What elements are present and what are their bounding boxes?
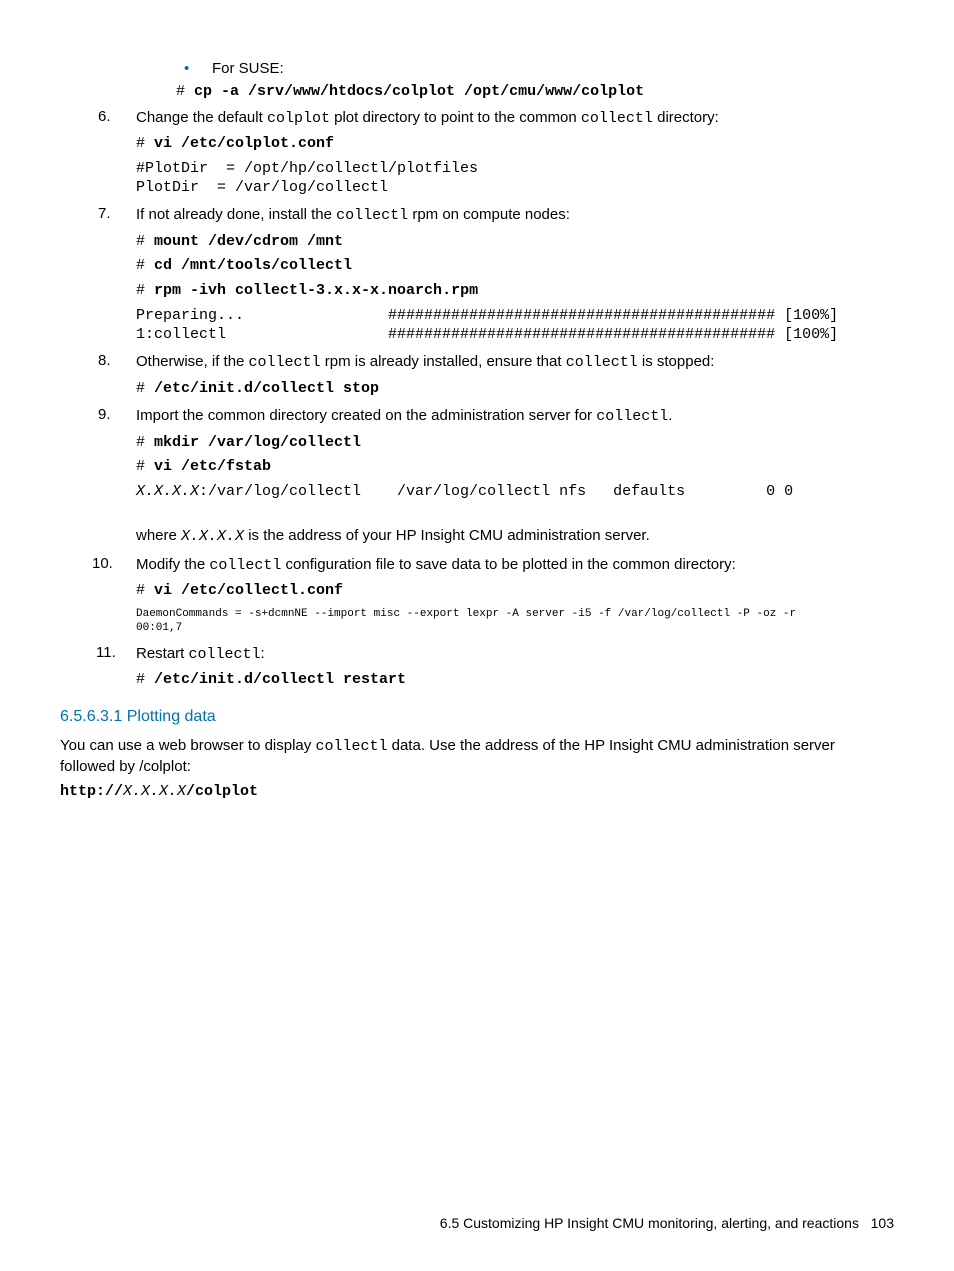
- step-10-cmd: # vi /etc/collectl.conf: [136, 582, 894, 601]
- step-6: 6. Change the default colplot plot direc…: [60, 108, 894, 198]
- step-8-cmd: # /etc/init.d/collectl stop: [136, 380, 894, 399]
- step-7-cmd3: # rpm -ivh collectl-3.x.x-x.noarch.rpm: [136, 282, 894, 301]
- step-9-cmd2: # vi /etc/fstab: [136, 458, 894, 477]
- step-7-num: 7.: [98, 205, 111, 222]
- step-6-cmd: # vi /etc/colplot.conf: [136, 135, 894, 154]
- step-7-cmd1: # mount /dev/cdrom /mnt: [136, 233, 894, 252]
- suse-label: For SUSE:: [212, 60, 284, 77]
- step-9-cmd1: # mkdir /var/log/collectl: [136, 434, 894, 453]
- step-7-out: Preparing... ###########################…: [136, 307, 894, 345]
- suse-cmd: # cp -a /srv/www/htdocs/colplot /opt/cmu…: [136, 83, 894, 102]
- step-suse: For SUSE: # cp -a /srv/www/htdocs/colplo…: [60, 60, 894, 102]
- step-7: 7. If not already done, install the coll…: [60, 205, 894, 344]
- step-9-text: Import the common directory created on t…: [136, 406, 894, 427]
- suse-bullet: For SUSE:: [136, 60, 894, 77]
- section-para: You can use a web browser to display col…: [60, 736, 894, 778]
- step-11-cmd: # /etc/init.d/collectl restart: [136, 671, 894, 690]
- section-url: http://X.X.X.X/colplot: [60, 783, 894, 802]
- step-9: 9. Import the common directory created o…: [60, 406, 894, 547]
- step-11-text: Restart collectl:: [136, 644, 894, 665]
- step-8-text: Otherwise, if the collectl rpm is alread…: [136, 352, 894, 373]
- section-heading: 6.5.6.3.1 Plotting data: [60, 708, 894, 726]
- step-9-num: 9.: [98, 406, 111, 423]
- step-11: 11. Restart collectl: # /etc/init.d/coll…: [60, 644, 894, 690]
- step-7-text: If not already done, install the collect…: [136, 205, 894, 226]
- step-10-text: Modify the collectl configuration file t…: [136, 555, 894, 576]
- step-6-num: 6.: [98, 108, 111, 125]
- instruction-list: For SUSE: # cp -a /srv/www/htdocs/colplo…: [60, 60, 894, 690]
- step-7-cmd2: # cd /mnt/tools/collectl: [136, 257, 894, 276]
- step-10-num: 10.: [92, 555, 113, 572]
- step-9-where: where X.X.X.X is the address of your HP …: [136, 526, 894, 547]
- step-9-out: X.X.X.X:/var/log/collectl /var/log/colle…: [136, 483, 894, 502]
- footer-text: 6.5 Customizing HP Insight CMU monitorin…: [440, 1215, 859, 1231]
- step-6-text: Change the default colplot plot director…: [136, 108, 894, 129]
- step-10: 10. Modify the collectl configuration fi…: [60, 555, 894, 636]
- step-6-out: #PlotDir = /opt/hp/collectl/plotfiles Pl…: [136, 160, 894, 198]
- step-8-num: 8.: [98, 352, 111, 369]
- page-root: For SUSE: # cp -a /srv/www/htdocs/colplo…: [0, 0, 954, 1271]
- step-11-num: 11.: [96, 644, 116, 661]
- step-10-out: DaemonCommands = -s+dcmnNE --import misc…: [136, 607, 894, 636]
- step-8: 8. Otherwise, if the collectl rpm is alr…: [60, 352, 894, 398]
- footer-page: 103: [871, 1215, 894, 1231]
- page-footer: 6.5 Customizing HP Insight CMU monitorin…: [440, 1215, 894, 1231]
